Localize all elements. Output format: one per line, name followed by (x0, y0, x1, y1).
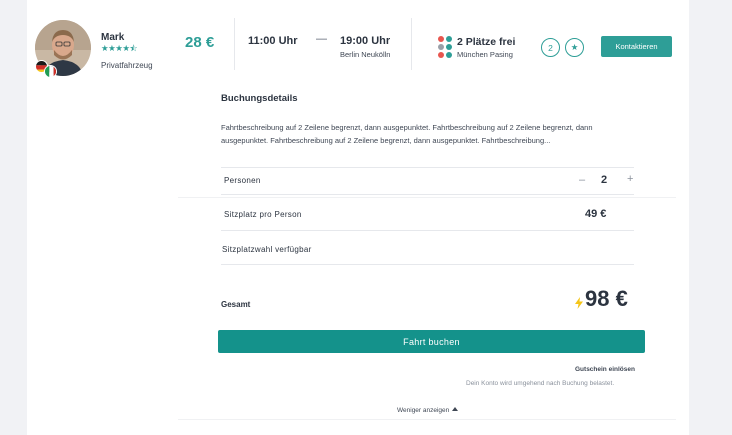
show-less-label: Weniger anzeigen (397, 407, 450, 414)
row-divider (221, 264, 634, 265)
show-less-toggle[interactable]: Weniger anzeigen (397, 407, 459, 414)
contact-button[interactable]: Kontaktieren (601, 36, 672, 57)
arrival-time: 19:00 Uhr (340, 35, 391, 47)
account-charge-note: Dein Konto wird umgehend nach Buchung be… (466, 380, 615, 387)
lightning-icon (575, 297, 583, 309)
booking-details-title: Buchungsdetails (221, 93, 298, 104)
row-divider (221, 194, 634, 195)
count-badge[interactable]: 2 (541, 38, 560, 57)
redeem-voucher-link[interactable]: Gutschein einlösen (575, 366, 635, 373)
book-trip-button[interactable]: Fahrt buchen (218, 330, 645, 353)
trip-description: Fahrtbeschreibung auf 2 Zeilene begrenzt… (221, 123, 593, 145)
rating-stars-icon: ★★★★⯪ (101, 43, 138, 53)
driver-name[interactable]: Mark (101, 32, 124, 43)
seats-free: 2 Plätze frei (457, 36, 516, 48)
arrival-place: Berlin Neukölln (340, 50, 391, 59)
seat-price-label: Sitzplatz pro Person (224, 210, 302, 219)
flag-italy-icon (44, 65, 57, 78)
section-divider (178, 419, 676, 420)
increase-persons-button[interactable]: + (627, 173, 633, 185)
persons-label: Personen (224, 176, 261, 185)
row-divider (221, 167, 634, 168)
time-separator: — (316, 33, 327, 45)
seats-icon (438, 36, 452, 58)
divider (234, 18, 235, 70)
total-price: 98 € (585, 286, 628, 311)
decrease-persons-button[interactable]: – (579, 174, 585, 186)
chevron-up-icon (452, 407, 459, 411)
departure-place: München Pasing (457, 50, 513, 59)
divider (411, 18, 412, 70)
seat-selection-label: Sitzplatzwahl verfügbar (222, 245, 312, 254)
persons-count: 2 (601, 174, 608, 186)
departure-time: 11:00 Uhr (248, 35, 298, 47)
row-divider (221, 230, 634, 231)
section-divider (178, 197, 676, 198)
vehicle-type: Privatfahrzeug (101, 61, 153, 70)
trip-price: 28 € (185, 34, 215, 51)
driver-avatar[interactable] (35, 20, 91, 78)
seat-price-value: 49 € (585, 208, 607, 220)
favorite-star-icon[interactable]: ★ (565, 38, 584, 57)
total-label: Gesamt (221, 300, 251, 309)
